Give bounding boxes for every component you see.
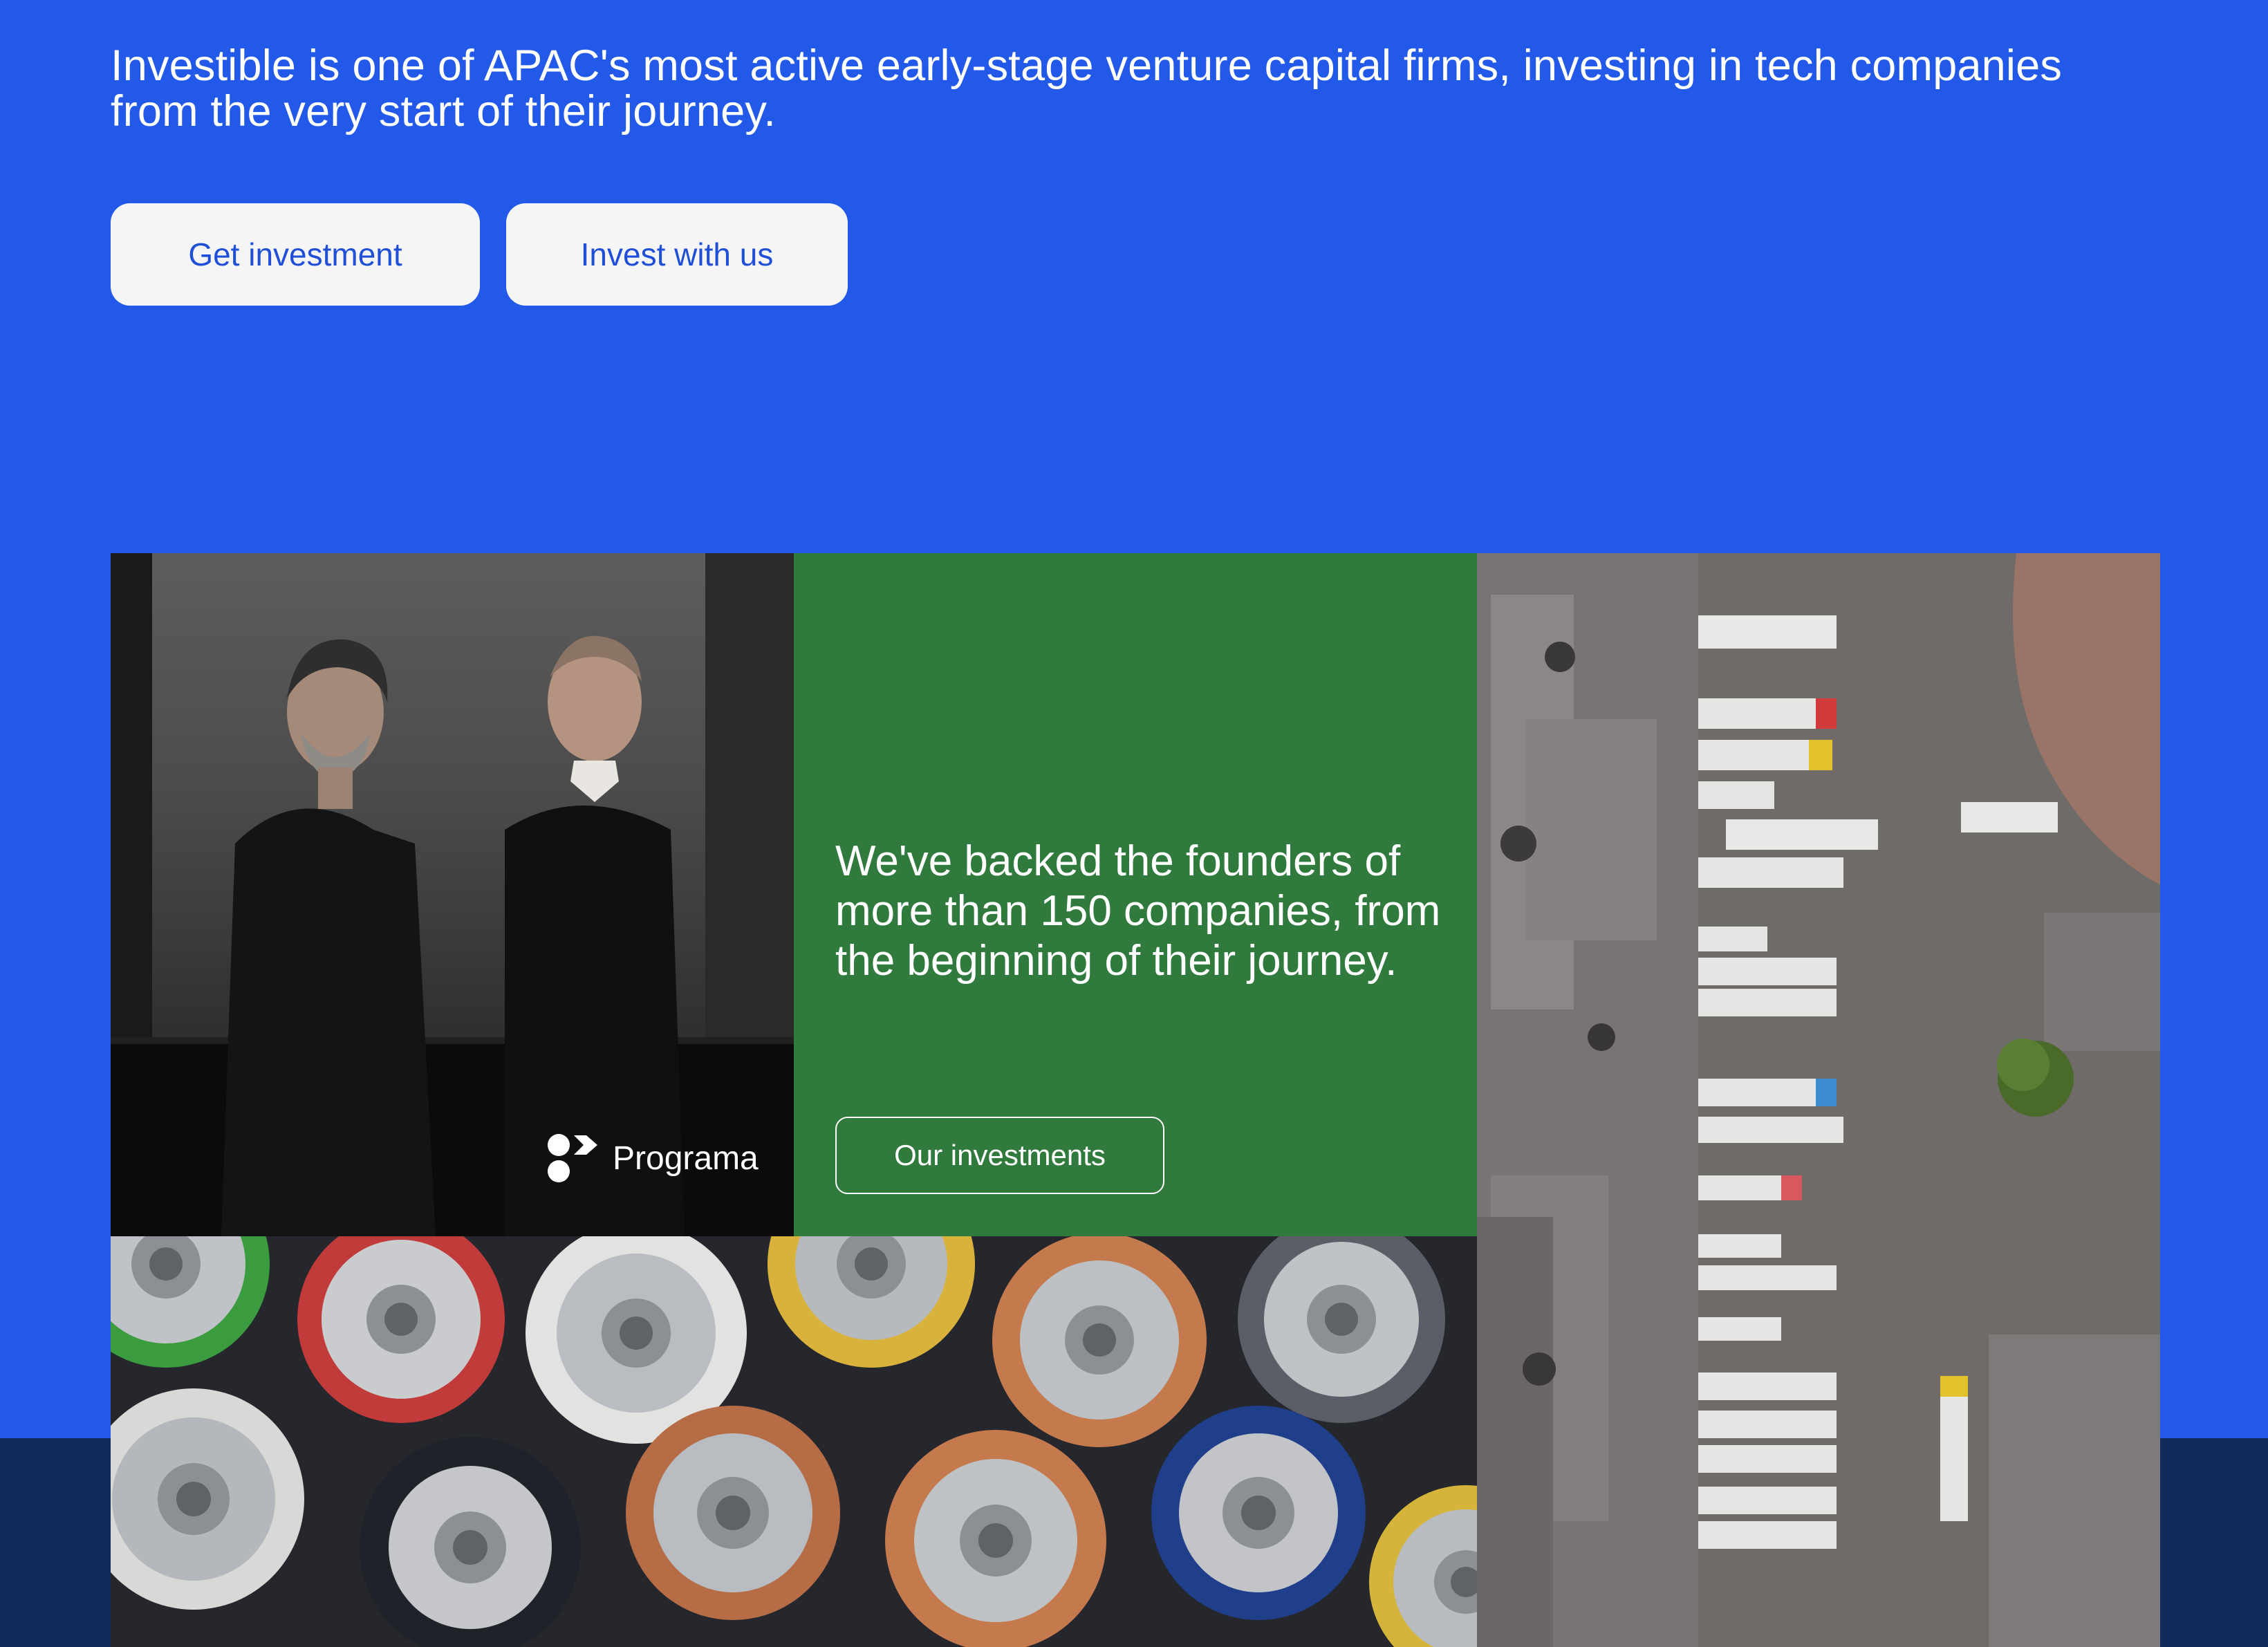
investments-highlight-tile: We've backed the founders of more than 1… <box>794 553 1477 1236</box>
aerial-warehouse-photo <box>1477 553 2160 1647</box>
batteries-photo <box>111 1236 1477 1647</box>
portfolio-grid: Programa We've backed the founders of mo… <box>111 553 2160 1647</box>
get-investment-button[interactable]: Get investment <box>111 203 480 306</box>
founders-photo-tile[interactable]: Programa <box>111 553 794 1236</box>
hero-cta-group: Get investment Invest with us <box>111 203 848 306</box>
programa-brand-label: Programa <box>613 1140 759 1177</box>
our-investments-button[interactable]: Our investments <box>835 1117 1164 1194</box>
hero-intro-text: Investible is one of APAC's most active … <box>111 41 2063 136</box>
programa-logo-icon <box>548 1134 597 1182</box>
backed-founders-text: We've backed the founders of more than 1… <box>835 837 1441 985</box>
programa-brand: Programa <box>546 1133 759 1185</box>
aerial-warehouse-tile[interactable] <box>1477 553 2160 1647</box>
invest-with-us-button[interactable]: Invest with us <box>506 203 848 306</box>
batteries-photo-tile[interactable] <box>111 1236 1477 1647</box>
